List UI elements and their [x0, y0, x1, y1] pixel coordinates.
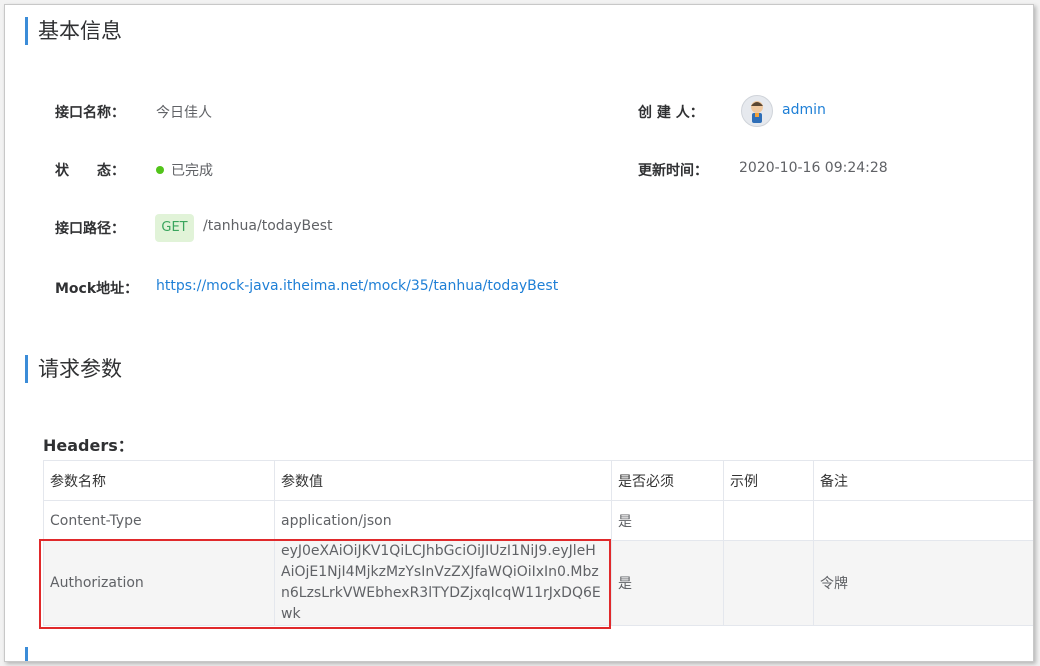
creator-label: 创 建 人： [638, 105, 704, 121]
status-dot-icon [156, 166, 164, 174]
interface-path-label: 接口路径： [55, 221, 125, 237]
column-header-param-value: 参数值 [274, 460, 612, 501]
cell-example [723, 540, 814, 626]
interface-path-value: /tanhua/todayBest [203, 218, 333, 234]
cell-param-value: eyJ0eXAiOiJKV1QiLCJhbGciOiJIUzI1NiJ9.eyJ… [274, 540, 612, 626]
updated-time-value: 2020-10-16 09:24:28 [739, 160, 888, 176]
interface-name-label: 接口名称： [55, 105, 125, 121]
creator-link[interactable]: admin [782, 102, 826, 118]
cell-required: 是 [611, 540, 724, 626]
cell-param-name: Content-Type [43, 500, 275, 541]
status-value: 已完成 [171, 163, 213, 179]
mock-address-link[interactable]: https://mock-java.itheima.net/mock/35/ta… [156, 278, 558, 294]
headers-label: Headers： [43, 436, 134, 455]
avatar-icon[interactable] [741, 95, 773, 127]
interface-name-value: 今日佳人 [156, 105, 212, 121]
status-label: 状 态： [55, 163, 125, 179]
method-badge: GET [155, 214, 194, 242]
cell-example [723, 500, 814, 541]
cell-param-value: application/json [274, 500, 612, 541]
column-header-param-name: 参数名称 [43, 460, 275, 501]
mock-address-label: Mock地址： [55, 281, 139, 297]
column-header-example: 示例 [723, 460, 814, 501]
status-value-wrap: 已完成 [156, 160, 213, 180]
table-header-row: 参数名称 参数值 是否必须 示例 备注 [43, 460, 1033, 501]
table-row: Content-Type application/json 是 [43, 500, 1033, 541]
column-header-note: 备注 [813, 460, 1033, 501]
cell-param-name: Authorization [43, 540, 275, 626]
cell-note [813, 500, 1033, 541]
section-title-next [25, 647, 38, 661]
cell-required: 是 [611, 500, 724, 541]
cell-note: 令牌 [813, 540, 1033, 626]
column-header-required: 是否必须 [611, 460, 724, 501]
table-row: Authorization eyJ0eXAiOiJKV1QiLCJhbGciOi… [43, 540, 1033, 626]
section-title-request-params: 请求参数 [25, 355, 122, 383]
api-detail-panel: 基本信息 接口名称： 今日佳人 创 建 人： admin 状 态： 已完成 更新… [4, 4, 1034, 662]
section-title-basic-info: 基本信息 [25, 17, 122, 45]
updated-time-label: 更新时间： [638, 163, 708, 179]
headers-table: 参数名称 参数值 是否必须 示例 备注 Content-Type applica… [43, 460, 1033, 626]
